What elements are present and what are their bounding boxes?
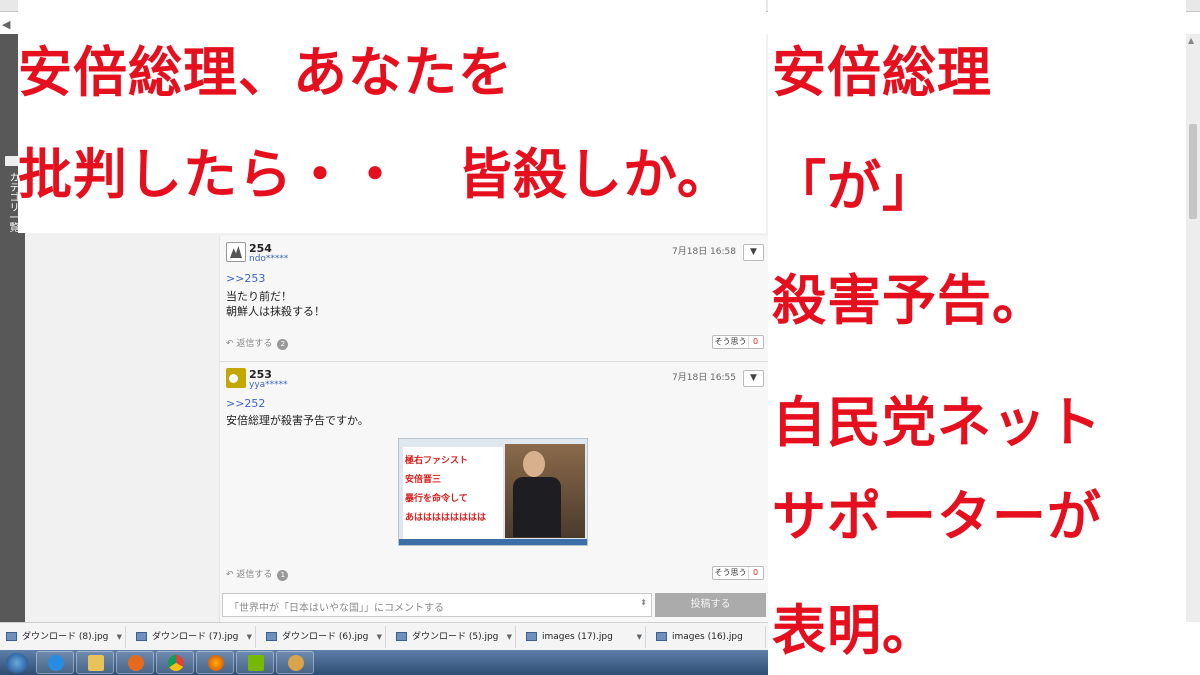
image-text: あはははははははは bbox=[405, 513, 487, 523]
image-file-icon bbox=[656, 632, 667, 641]
comment-date: 7月18日 16:55 bbox=[672, 373, 736, 383]
download-filename: ダウンロード (8).jpg bbox=[22, 632, 109, 642]
category-list-label: カテゴリ一覧 bbox=[7, 172, 18, 232]
download-filename: ダウンロード (6).jpg bbox=[282, 632, 369, 642]
post-button[interactable]: 投稿する bbox=[655, 593, 766, 617]
caret-icon[interactable]: ▼ bbox=[507, 626, 512, 648]
image-text: 極右ファシスト bbox=[405, 456, 469, 466]
resize-icon[interactable]: ⬍ bbox=[640, 598, 647, 607]
comment-254: 254 ndo***** 7月18日 16:58 ▼ >>253 当たり前だ！ … bbox=[220, 240, 768, 362]
image-file-icon bbox=[526, 632, 537, 641]
page-scrollbar[interactable]: ▲ bbox=[1186, 34, 1200, 622]
caret-icon[interactable]: ▼ bbox=[117, 626, 122, 648]
caret-icon[interactable]: ▼ bbox=[637, 626, 642, 648]
download-filename: ダウンロード (5).jpg bbox=[412, 632, 499, 642]
reply-button[interactable]: ↶ 返信する 2 bbox=[226, 336, 289, 350]
reply-label: 返信する bbox=[236, 339, 273, 349]
comment-user[interactable]: yya***** bbox=[249, 380, 288, 390]
caret-icon[interactable]: ▼ bbox=[377, 626, 382, 648]
download-item[interactable]: ダウンロード (7).jpg ▼ bbox=[130, 626, 256, 648]
image-file-icon bbox=[396, 632, 407, 641]
chrome-icon[interactable] bbox=[156, 651, 194, 674]
comment-user[interactable]: ndo***** bbox=[249, 254, 288, 264]
reply-arrow-icon: ↶ bbox=[226, 339, 234, 349]
image-file-icon bbox=[266, 632, 277, 641]
caption-line: 安倍総理、あなたを bbox=[18, 41, 513, 104]
reply-arrow-icon: ↶ bbox=[226, 570, 234, 580]
image-text: 安倍晋三 bbox=[405, 475, 442, 485]
download-item[interactable]: ダウンロード (6).jpg ▼ bbox=[260, 626, 386, 648]
comment-text: 当たり前だ！ bbox=[226, 290, 292, 303]
media-player-icon[interactable] bbox=[116, 651, 154, 674]
agree-button[interactable]: そう思う 0 bbox=[712, 335, 764, 349]
agree-button[interactable]: そう思う 0 bbox=[712, 566, 764, 580]
image-file-icon bbox=[136, 632, 147, 641]
comment-placeholder: 「世界中が「日本はいやな国」」にコメントする bbox=[229, 603, 444, 614]
comment-image[interactable]: 極右ファシスト 安倍晋三 暴行を命令して あはははははははは bbox=[398, 438, 588, 546]
agree-label: そう思う bbox=[713, 336, 749, 348]
comment-input[interactable]: 「世界中が「日本はいやな国」」にコメントする ⬍ bbox=[222, 593, 652, 617]
chevron-down-icon[interactable]: ▼ bbox=[743, 244, 764, 261]
caption-line: 表明。 bbox=[772, 599, 937, 662]
download-item[interactable]: ダウンロード (5).jpg ▼ bbox=[390, 626, 516, 648]
caption-line: サポーターが bbox=[772, 485, 1102, 548]
folder-icon bbox=[5, 156, 19, 166]
scrollbar-thumb[interactable] bbox=[1189, 124, 1197, 219]
paint-icon[interactable] bbox=[276, 651, 314, 674]
reply-button[interactable]: ↶ 返信する 1 bbox=[226, 567, 289, 581]
comment-date: 7月18日 16:58 bbox=[672, 247, 736, 257]
explorer-icon[interactable] bbox=[76, 651, 114, 674]
reply-count-badge: 1 bbox=[277, 570, 289, 581]
reply-anchor-link[interactable]: >>253 bbox=[226, 272, 265, 285]
firefox-icon[interactable] bbox=[196, 651, 234, 674]
chevron-down-icon[interactable]: ▼ bbox=[743, 370, 764, 387]
agree-label: そう思う bbox=[713, 567, 749, 579]
start-button-icon[interactable] bbox=[6, 653, 28, 673]
photo-figure bbox=[513, 477, 561, 537]
reply-count-badge: 2 bbox=[277, 339, 289, 350]
image-text: 暴行を命令して bbox=[405, 494, 468, 504]
comment-text: 安倍総理が殺害予告ですか。 bbox=[226, 414, 369, 427]
caret-icon[interactable]: ▼ bbox=[247, 626, 252, 648]
download-filename: ダウンロード (7).jpg bbox=[152, 632, 239, 642]
image-file-icon bbox=[6, 632, 17, 641]
avatar bbox=[226, 368, 246, 388]
comment-text: 朝鮮人は抹殺する！ bbox=[226, 305, 325, 318]
caption-line: 殺害予告。 bbox=[772, 269, 1047, 332]
caption-line: 批判したら・・ 皆殺しか。 bbox=[18, 143, 732, 206]
download-filename: images (16).jpg bbox=[672, 632, 743, 642]
avatar bbox=[226, 242, 246, 262]
caption-line: 自民党ネット bbox=[772, 391, 1102, 454]
caption-line: 「が」 bbox=[772, 155, 937, 218]
agree-count: 0 bbox=[752, 568, 759, 577]
reply-label: 返信する bbox=[236, 570, 273, 580]
download-item[interactable]: images (16).jpg bbox=[650, 626, 766, 648]
image-taskbar bbox=[399, 539, 587, 545]
back-arrow-icon[interactable]: ◀ bbox=[2, 18, 16, 32]
caption-line: 安倍総理 bbox=[772, 41, 992, 104]
download-item[interactable]: images (17).jpg ▼ bbox=[520, 626, 646, 648]
windows-taskbar bbox=[0, 650, 768, 675]
ie-icon[interactable] bbox=[36, 651, 74, 674]
photo-face bbox=[523, 451, 545, 477]
download-bar: ダウンロード (8).jpg ▼ ダウンロード (7).jpg ▼ ダウンロード (… bbox=[0, 622, 768, 650]
download-filename: images (17).jpg bbox=[542, 632, 613, 642]
download-item[interactable]: ダウンロード (8).jpg ▼ bbox=[0, 626, 126, 648]
nvidia-icon[interactable] bbox=[236, 651, 274, 674]
agree-count: 0 bbox=[752, 337, 759, 346]
reply-anchor-link[interactable]: >>252 bbox=[226, 397, 265, 410]
scroll-up-icon[interactable]: ▲ bbox=[1188, 36, 1194, 45]
